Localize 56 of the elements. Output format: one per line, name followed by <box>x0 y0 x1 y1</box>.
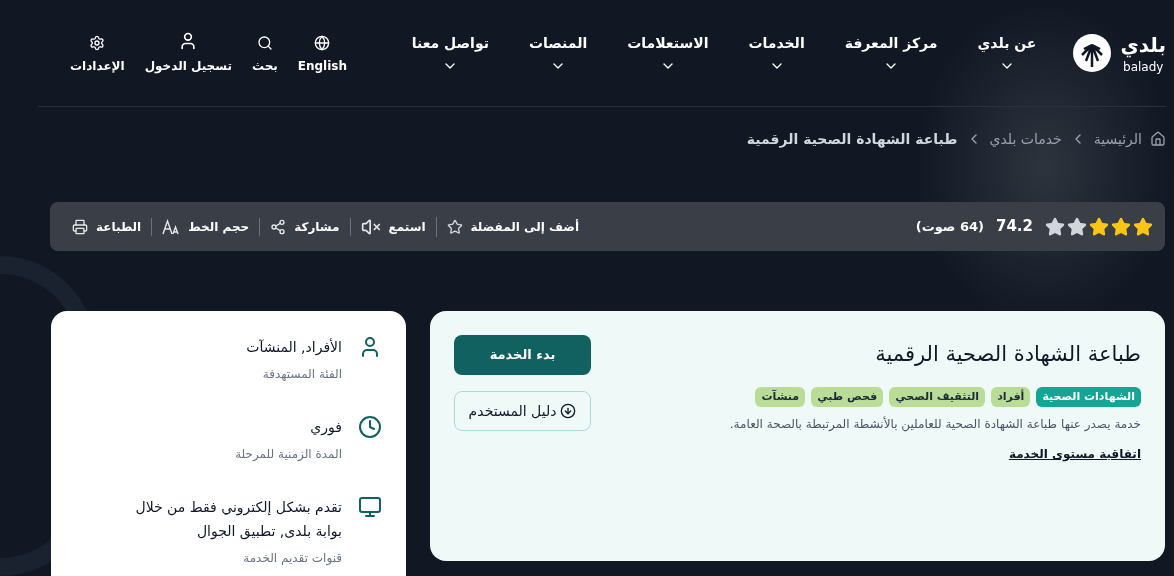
palm-logo-icon <box>1072 33 1113 73</box>
toolbar-action[interactable]: مشاركة <box>260 217 351 236</box>
detail-value: الأفراد, المنشآت <box>245 337 342 358</box>
search-icon <box>256 35 273 51</box>
nav-menu-item[interactable]: مركز المعرفة <box>844 32 938 74</box>
star-icon <box>1111 216 1131 237</box>
detail-value: فوري <box>309 418 342 438</box>
logo-latin-text: balady <box>1123 59 1164 75</box>
download-icon <box>560 403 577 419</box>
vote-count: (64 صوت) <box>915 217 984 236</box>
category-tag: أفراد <box>991 386 1031 407</box>
breadcrumb-link[interactable]: الرئيسية <box>1093 128 1142 150</box>
nav-menu-item[interactable]: تواصل معنا <box>411 32 489 74</box>
breadcrumb-link[interactable]: خدمات بلدي <box>989 128 1062 150</box>
detail-label: المدة الزمنية للمرحلة <box>234 446 342 463</box>
utility-link[interactable]: بحث <box>251 35 278 75</box>
share-icon <box>270 218 287 235</box>
globe-icon <box>314 35 331 51</box>
toolbar-action[interactable]: أضف إلى المفضلة <box>436 217 589 236</box>
settings-icon <box>89 35 106 51</box>
star-icon <box>1045 216 1065 237</box>
category-tag: منشآت <box>755 386 806 407</box>
nav-menu-item[interactable]: المنصات <box>528 32 588 74</box>
nav-menu-item[interactable]: الاستعلامات <box>627 32 709 74</box>
rating-value: 74.2 <box>996 216 1033 238</box>
detail-value: تقدم بشكل إلكتروني فقط من خلال بوابة بلدى, تطبيق الجوال <box>134 498 342 542</box>
start-service-button[interactable]: بدء الخدمة <box>454 335 591 375</box>
utility-link[interactable]: الإعدادات <box>70 35 125 75</box>
font-size-icon <box>162 218 181 235</box>
category-tag: الشهادات الصحية <box>1036 386 1141 407</box>
utility-link[interactable]: English <box>297 35 348 75</box>
home-icon <box>1150 131 1166 147</box>
breadcrumb-current: طباعة الشهادة الصحية الرقمية <box>746 129 958 150</box>
nav-menu-item[interactable]: الخدمات <box>748 32 805 74</box>
print-icon <box>72 218 88 235</box>
utility-link[interactable]: تسجيل الدخول <box>144 31 232 75</box>
star-icon <box>1089 216 1109 237</box>
toolbar-action[interactable]: حجم الخط <box>152 217 261 236</box>
monitor-icon <box>358 495 382 519</box>
star-icon <box>1067 216 1087 237</box>
sla-link[interactable]: اتفاقية مستوى الخدمة <box>729 445 1141 463</box>
detail-label: الفئة المستهدفة <box>261 366 342 383</box>
category-tag: التثقيف الصحي <box>889 386 986 407</box>
service-description: خدمة يصدر عنها طباعة الشهادة الصحية للعاملين بالأنشطة المرتبطة بالصحة العامة. <box>729 415 1141 433</box>
nav-menu-item[interactable]: عن بلدي <box>977 32 1037 74</box>
service-title: طباعة الشهادة الصحية الرقمية <box>874 341 1141 368</box>
star-outline-icon <box>446 218 463 235</box>
category-tag: فحص طبي <box>811 386 884 407</box>
star-icon <box>1133 216 1153 237</box>
clock-icon <box>358 415 382 439</box>
logo-arabic-text: بلدي <box>1120 32 1166 59</box>
user-guide-button[interactable]: دليل المستخدم <box>454 391 591 431</box>
detail-label: قنوات تقديم الخدمة <box>242 550 342 567</box>
muted-speaker-icon <box>360 216 381 237</box>
toolbar-action[interactable]: الطباعة <box>62 217 153 236</box>
toolbar-action[interactable]: استمع <box>350 216 437 237</box>
